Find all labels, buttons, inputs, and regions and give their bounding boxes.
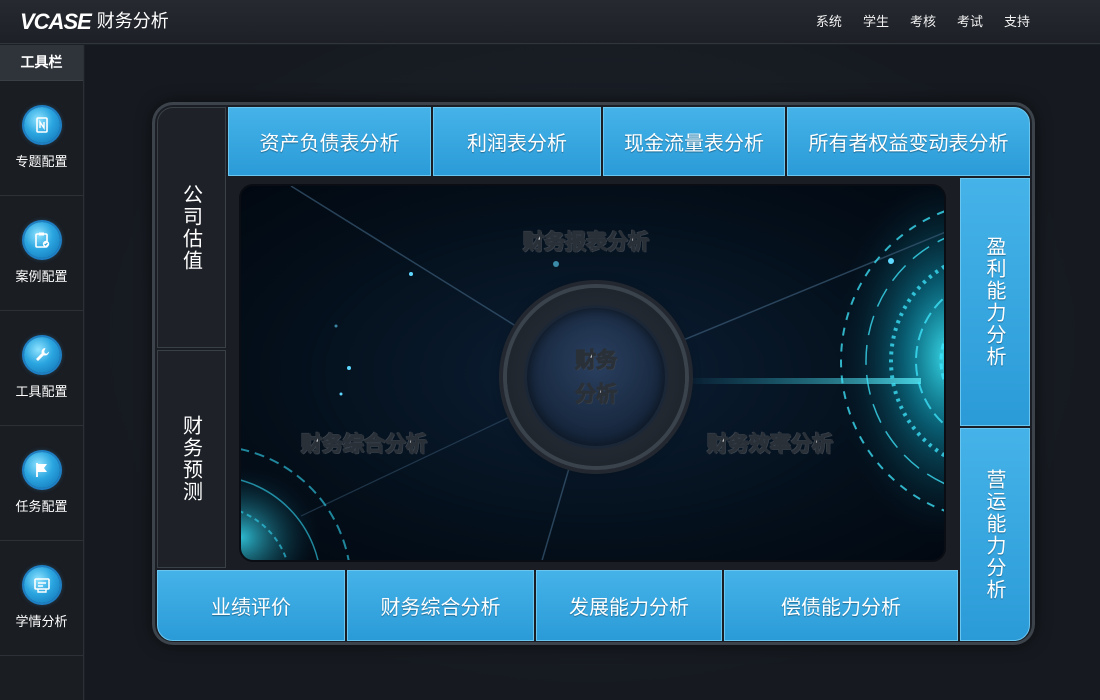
label-comprehensive-analysis[interactable]: 财务综合分析	[301, 428, 428, 458]
nav-support[interactable]: 支持	[1004, 14, 1030, 32]
tile-company-valuation[interactable]: 公司估值	[157, 107, 226, 348]
tile-performance-evaluation[interactable]: 业绩评价	[157, 570, 345, 641]
flag-icon	[23, 451, 60, 488]
tile-growth-capacity-analysis[interactable]: 发展能力分析	[536, 570, 722, 641]
tile-balance-sheet-analysis[interactable]: 资产负债表分析	[228, 107, 431, 176]
nav-student[interactable]: 学生	[863, 14, 889, 32]
tile-solvency-analysis[interactable]: 偿债能力分析	[724, 570, 958, 641]
sidebar-title: 工具栏	[0, 45, 83, 81]
tile-label: 营运能力分析	[983, 468, 1007, 601]
tile-label: 财务预测	[179, 415, 204, 503]
case-config-icon	[23, 221, 60, 258]
sidebar-item-case-config[interactable]: 案例配置	[0, 196, 83, 311]
hub-inner: 财务 分析	[527, 308, 665, 446]
sidebar-item-label: 任务配置	[15, 499, 68, 515]
nav-system[interactable]: 系统	[816, 14, 842, 32]
report-icon	[23, 566, 60, 603]
tile-equity-change-analysis[interactable]: 所有者权益变动表分析	[787, 107, 1030, 176]
label-financial-statement-analysis[interactable]: 财务报表分析	[523, 226, 650, 256]
tile-operating-capacity-analysis[interactable]: 营运能力分析	[960, 428, 1030, 641]
sidebar-item-label: 案例配置	[15, 269, 68, 285]
nav-exam[interactable]: 考试	[957, 14, 983, 32]
tile-profitability-analysis[interactable]: 盈利能力分析	[960, 178, 1030, 426]
tile-financial-forecast[interactable]: 财务预测	[157, 350, 226, 568]
tile-cash-flow-analysis[interactable]: 现金流量表分析	[603, 107, 785, 176]
top-bar: VCASE 财务分析 系统 学生 考核 考试 支持	[0, 0, 1100, 44]
sidebar-item-learning-analysis[interactable]: 学情分析	[0, 541, 83, 656]
tile-label: 盈利能力分析	[983, 236, 1007, 368]
sidebar: 工具栏 专题配置 案例配置 工具配置 任务配置 学情分析	[0, 45, 84, 700]
top-nav: 系统 学生 考核 考试 支持	[816, 14, 1030, 32]
app-logo[interactable]: VCASE 财务分析	[20, 10, 169, 34]
tile-comprehensive-financial-analysis[interactable]: 财务综合分析	[347, 570, 534, 641]
center-hub[interactable]: 财务 分析	[507, 288, 685, 466]
label-efficiency-analysis[interactable]: 财务效率分析	[707, 428, 834, 458]
hub-label-line1: 财务	[575, 348, 618, 373]
wrench-icon	[23, 336, 60, 373]
topic-config-icon	[23, 106, 60, 143]
vcase-logo: VCASE	[20, 9, 92, 34]
sidebar-item-task-config[interactable]: 任务配置	[0, 426, 83, 541]
hub-label-line2: 分析	[575, 382, 618, 407]
tile-label: 公司估值	[179, 183, 204, 272]
sidebar-item-tool-config[interactable]: 工具配置	[0, 311, 83, 426]
app-title: 财务分析	[96, 11, 169, 32]
sidebar-item-label: 工具配置	[15, 384, 68, 400]
nav-assessment[interactable]: 考核	[910, 14, 936, 32]
center-panel: 财务报表分析 财务综合分析 财务效率分析 财务 分析	[239, 184, 946, 562]
sidebar-item-label: 专题配置	[15, 154, 68, 170]
sidebar-item-topic-config[interactable]: 专题配置	[0, 81, 83, 196]
sidebar-item-label: 学情分析	[15, 614, 68, 630]
tile-income-statement-analysis[interactable]: 利润表分析	[433, 107, 601, 176]
